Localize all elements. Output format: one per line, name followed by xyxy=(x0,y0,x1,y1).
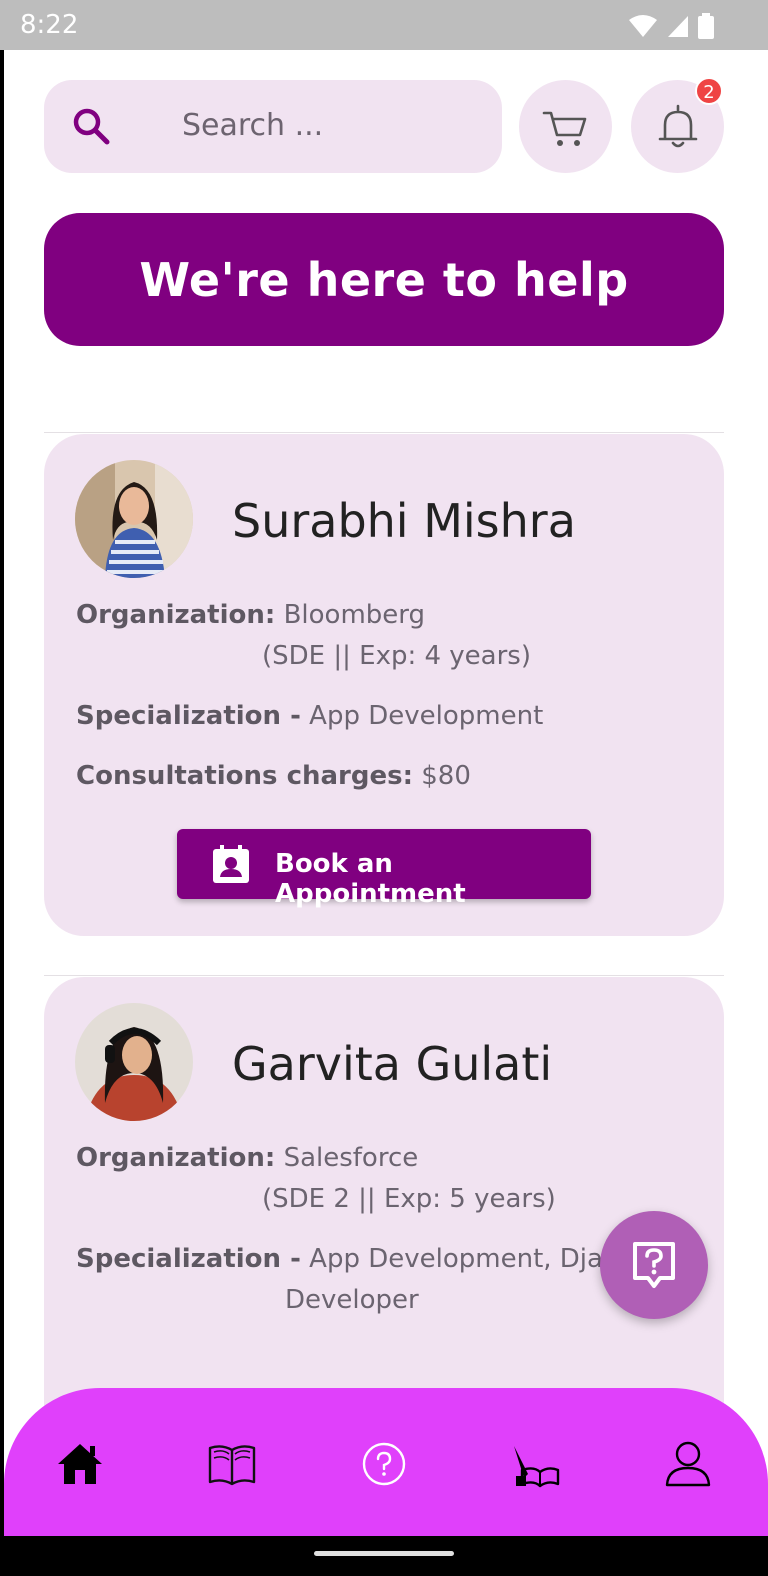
writing-book-icon xyxy=(514,1446,560,1488)
help-chat-icon xyxy=(633,1242,675,1288)
status-bar: 8:22 xyxy=(0,0,768,50)
specialization-row-cont: Developer xyxy=(285,1285,419,1315)
notification-badge: 2 xyxy=(695,77,723,105)
divider xyxy=(44,432,724,433)
bottom-navigation xyxy=(4,1388,768,1536)
status-time: 8:22 xyxy=(20,10,79,40)
specialization-label: Specialization - xyxy=(76,701,301,731)
organization-label: Organization: xyxy=(76,600,276,630)
charges-row: Consultations charges: $80 xyxy=(76,761,471,791)
charges-label: Consultations charges: xyxy=(76,761,413,791)
divider xyxy=(44,975,724,976)
system-navigation-bar xyxy=(0,1536,768,1576)
mentor-card: Garvita Gulati Organization: Salesforce … xyxy=(44,977,724,1447)
organization-value: Bloomberg xyxy=(283,600,426,630)
help-banner: We're here to help xyxy=(44,213,724,346)
role-value: (SDE || Exp: 4 years) xyxy=(262,641,531,671)
battery-icon xyxy=(698,13,714,39)
search-placeholder: Search ... xyxy=(182,108,324,143)
ask-question-fab[interactable] xyxy=(600,1211,708,1319)
book-appointment-label: Book an Appointment xyxy=(275,849,466,909)
status-icons xyxy=(628,13,714,39)
profile-icon xyxy=(665,1441,711,1487)
specialization-row: Specialization - App Development xyxy=(76,701,543,731)
mentor-name: Surabhi Mishra xyxy=(232,494,576,548)
cart-button[interactable] xyxy=(519,80,612,173)
wifi-icon xyxy=(629,15,657,37)
role-value: (SDE 2 || Exp: 5 years) xyxy=(262,1184,556,1214)
contact-calendar-icon xyxy=(213,845,249,883)
bell-icon xyxy=(658,104,698,148)
avatar xyxy=(75,1003,193,1121)
search-icon xyxy=(73,108,110,145)
specialization-label: Specialization - xyxy=(76,1244,301,1274)
role-row: (SDE || Exp: 4 years) xyxy=(262,641,531,671)
screen: 8:22 Search ... 2 We're here to help Sur… xyxy=(0,0,768,1576)
avatar xyxy=(75,460,193,578)
nav-blog[interactable] xyxy=(510,1440,562,1488)
specialization-row: Specialization - App Development, Django xyxy=(76,1244,652,1274)
home-icon xyxy=(58,1444,102,1484)
role-row: (SDE 2 || Exp: 5 years) xyxy=(262,1184,556,1214)
search-bar[interactable]: Search ... xyxy=(44,80,502,173)
home-indicator[interactable] xyxy=(314,1551,454,1556)
cart-icon xyxy=(542,111,587,146)
nav-home[interactable] xyxy=(54,1440,106,1488)
device-frame-edge xyxy=(0,50,4,1576)
nav-library[interactable] xyxy=(206,1440,258,1488)
mentor-name: Garvita Gulati xyxy=(232,1037,553,1091)
nav-profile[interactable] xyxy=(662,1440,714,1488)
book-appointment-button[interactable]: Book an Appointment xyxy=(177,829,591,909)
organization-label: Organization: xyxy=(76,1143,276,1173)
organization-row: Organization: Bloomberg xyxy=(76,600,425,630)
help-circle-icon xyxy=(362,1442,406,1486)
specialization-value-cont: Developer xyxy=(285,1285,419,1315)
organization-value: Salesforce xyxy=(283,1143,419,1173)
nav-help[interactable] xyxy=(358,1440,410,1488)
organization-row: Organization: Salesforce xyxy=(76,1143,418,1173)
cell-signal-icon xyxy=(668,16,688,37)
banner-text: We're here to help xyxy=(139,252,629,307)
book-open-icon xyxy=(208,1445,256,1486)
mentor-card: Surabhi Mishra Organization: Bloomberg (… xyxy=(44,434,724,936)
specialization-value: App Development xyxy=(309,701,544,731)
charges-value: $80 xyxy=(421,761,471,791)
